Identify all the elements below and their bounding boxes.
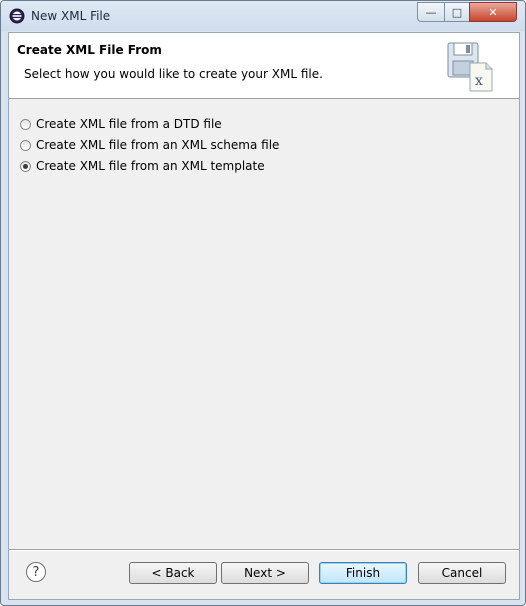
- title-bar[interactable]: New XML File — □ ✕: [1, 1, 525, 31]
- radio-schema[interactable]: [20, 139, 31, 151]
- cancel-label: Cancel: [441, 566, 483, 580]
- back-button[interactable]: < Back: [129, 562, 217, 584]
- page-title: Create XML File From: [17, 43, 162, 57]
- option-template[interactable]: Create XML file from an XML template: [20, 159, 265, 173]
- xml-file-icon: x: [447, 42, 493, 92]
- next-button[interactable]: Next >: [221, 562, 309, 584]
- wizard-banner: Create XML File From Select how you woul…: [9, 33, 519, 99]
- minimize-icon: —: [425, 5, 437, 19]
- minimize-button[interactable]: —: [417, 2, 445, 22]
- option-dtd[interactable]: Create XML file from a DTD file: [20, 117, 222, 131]
- option-template-label: Create XML file from an XML template: [36, 159, 265, 173]
- page-description: Select how you would like to create your…: [24, 67, 323, 81]
- radio-dtd[interactable]: [20, 118, 31, 130]
- eclipse-icon: [9, 8, 25, 24]
- back-label: < Back: [151, 566, 195, 580]
- footer-separator: [9, 549, 519, 550]
- close-icon: ✕: [488, 5, 498, 19]
- help-icon: ?: [32, 564, 40, 580]
- dialog-window: New XML File — □ ✕ Create XML File From …: [0, 0, 526, 606]
- option-schema[interactable]: Create XML file from an XML schema file: [20, 138, 279, 152]
- option-dtd-label: Create XML file from a DTD file: [36, 117, 222, 131]
- next-label: Next >: [244, 566, 286, 580]
- option-schema-label: Create XML file from an XML schema file: [36, 138, 280, 152]
- cancel-button[interactable]: Cancel: [418, 562, 506, 584]
- dialog-body: Create XML File From Select how you woul…: [8, 32, 520, 600]
- finish-button[interactable]: Finish: [319, 562, 407, 584]
- help-button[interactable]: ?: [26, 562, 46, 582]
- window-title: New XML File: [31, 9, 111, 23]
- radio-template[interactable]: [20, 160, 31, 172]
- maximize-icon: □: [451, 5, 463, 19]
- window-controls: — □ ✕: [417, 2, 517, 22]
- close-button[interactable]: ✕: [469, 2, 517, 22]
- svg-text:x: x: [475, 73, 483, 89]
- finish-label: Finish: [345, 566, 381, 580]
- maximize-button[interactable]: □: [444, 2, 470, 22]
